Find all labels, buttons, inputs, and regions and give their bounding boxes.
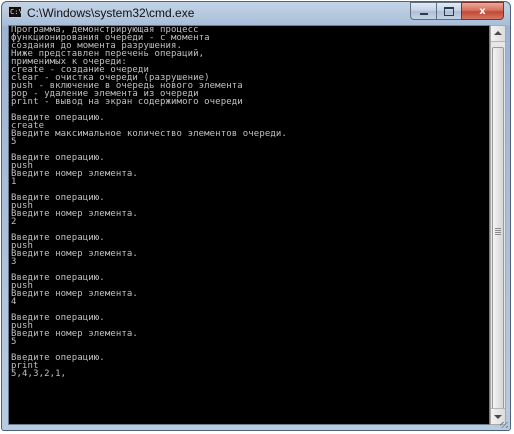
console-line: Введите номер элемента. <box>11 249 138 259</box>
title-bar[interactable]: C:\ C:\Windows\system32\cmd.exe x <box>2 2 510 25</box>
maximize-button[interactable] <box>436 2 461 20</box>
console-line: Введите операцию. <box>11 113 105 123</box>
console-line: Введите максимальное количество элементо… <box>11 129 287 139</box>
close-button[interactable]: x <box>461 2 504 20</box>
console-line: Введите номер элемента. <box>11 169 138 179</box>
minimize-icon <box>419 13 428 15</box>
minimize-button[interactable] <box>410 2 436 20</box>
console-line: Введите операцию. <box>11 233 105 243</box>
console-line: Введите операцию. <box>11 153 105 163</box>
down-arrow-icon <box>494 415 502 419</box>
maximize-icon <box>444 6 454 16</box>
console-line: 5 <box>11 337 17 347</box>
console-line: Введите номер элемента. <box>11 289 138 299</box>
console-line: Введите операцию. <box>11 193 105 203</box>
console-line: Введите номер элемента. <box>11 209 138 219</box>
console-window-icon[interactable]: C:\ <box>8 6 22 18</box>
console-line: 2 <box>11 217 17 227</box>
console-line: 5,4,3,2,1, <box>11 369 67 379</box>
console-line: Введите операцию. <box>11 273 105 283</box>
console-output[interactable]: Программа, демонстрирующая процесс функци… <box>8 25 490 425</box>
console-line: 4 <box>11 297 17 307</box>
console-line: Введите номер элемента. <box>11 329 138 339</box>
console-window: C:\ C:\Windows\system32\cmd.exe x Програ… <box>1 1 511 431</box>
vertical-scrollbar[interactable] <box>490 25 506 425</box>
console-line: Введите операцию. <box>11 353 105 363</box>
window-title: C:\Windows\system32\cmd.exe <box>27 6 195 20</box>
console-text: Программа, демонстрирующая процесс функци… <box>9 26 489 410</box>
console-line: Введите операцию. <box>11 313 105 323</box>
console-line: print - вывод на экран содержимого очере… <box>11 97 243 107</box>
console-line: print <box>11 361 39 371</box>
console-line: 5 <box>11 137 17 147</box>
grip-icon <box>495 228 501 235</box>
console-line: 3 <box>11 257 17 267</box>
up-arrow-icon <box>494 31 502 35</box>
scroll-up-button[interactable] <box>491 26 505 42</box>
console-line: 1 <box>11 177 17 187</box>
window-controls: x <box>410 2 504 20</box>
resize-grip-icon[interactable] <box>500 422 508 428</box>
scroll-thumb[interactable] <box>492 47 504 417</box>
